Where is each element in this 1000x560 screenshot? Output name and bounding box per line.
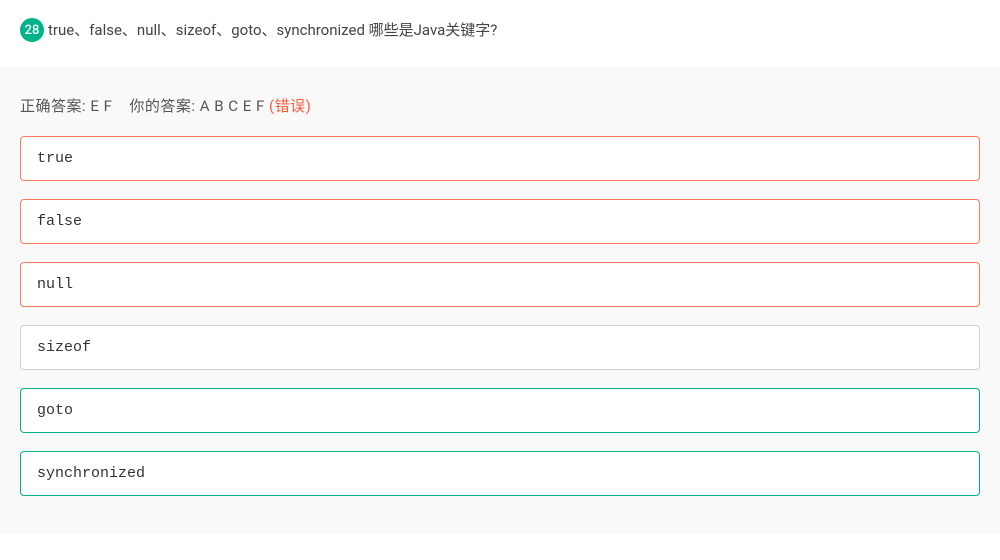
option-label: sizeof	[37, 339, 91, 356]
question-number-badge: 28	[20, 18, 44, 42]
option-label: synchronized	[37, 465, 145, 482]
question-header: 28 true、false、null、sizeof、goto、synchroni…	[0, 0, 1000, 67]
option-b[interactable]: false	[20, 199, 980, 244]
option-c[interactable]: null	[20, 262, 980, 307]
correct-answer-value: E F	[90, 97, 112, 115]
answer-section: 正确答案: E F 你的答案: A B C E F (错误) true fals…	[0, 67, 1000, 534]
option-a[interactable]: true	[20, 136, 980, 181]
option-d[interactable]: sizeof	[20, 325, 980, 370]
option-label: goto	[37, 402, 73, 419]
correct-answer-label: 正确答案:	[20, 97, 86, 115]
option-e[interactable]: goto	[20, 388, 980, 433]
answer-summary: 正确答案: E F 你的答案: A B C E F (错误)	[20, 95, 980, 116]
your-answer-value: A B C E F	[200, 97, 265, 115]
error-indicator: (错误)	[269, 97, 311, 115]
option-label: null	[37, 276, 73, 293]
option-f[interactable]: synchronized	[20, 451, 980, 496]
option-label: true	[37, 150, 73, 167]
option-label: false	[37, 213, 82, 230]
question-text: true、false、null、sizeof、goto、synchronized…	[48, 20, 497, 41]
your-answer-label: 你的答案:	[129, 97, 195, 115]
